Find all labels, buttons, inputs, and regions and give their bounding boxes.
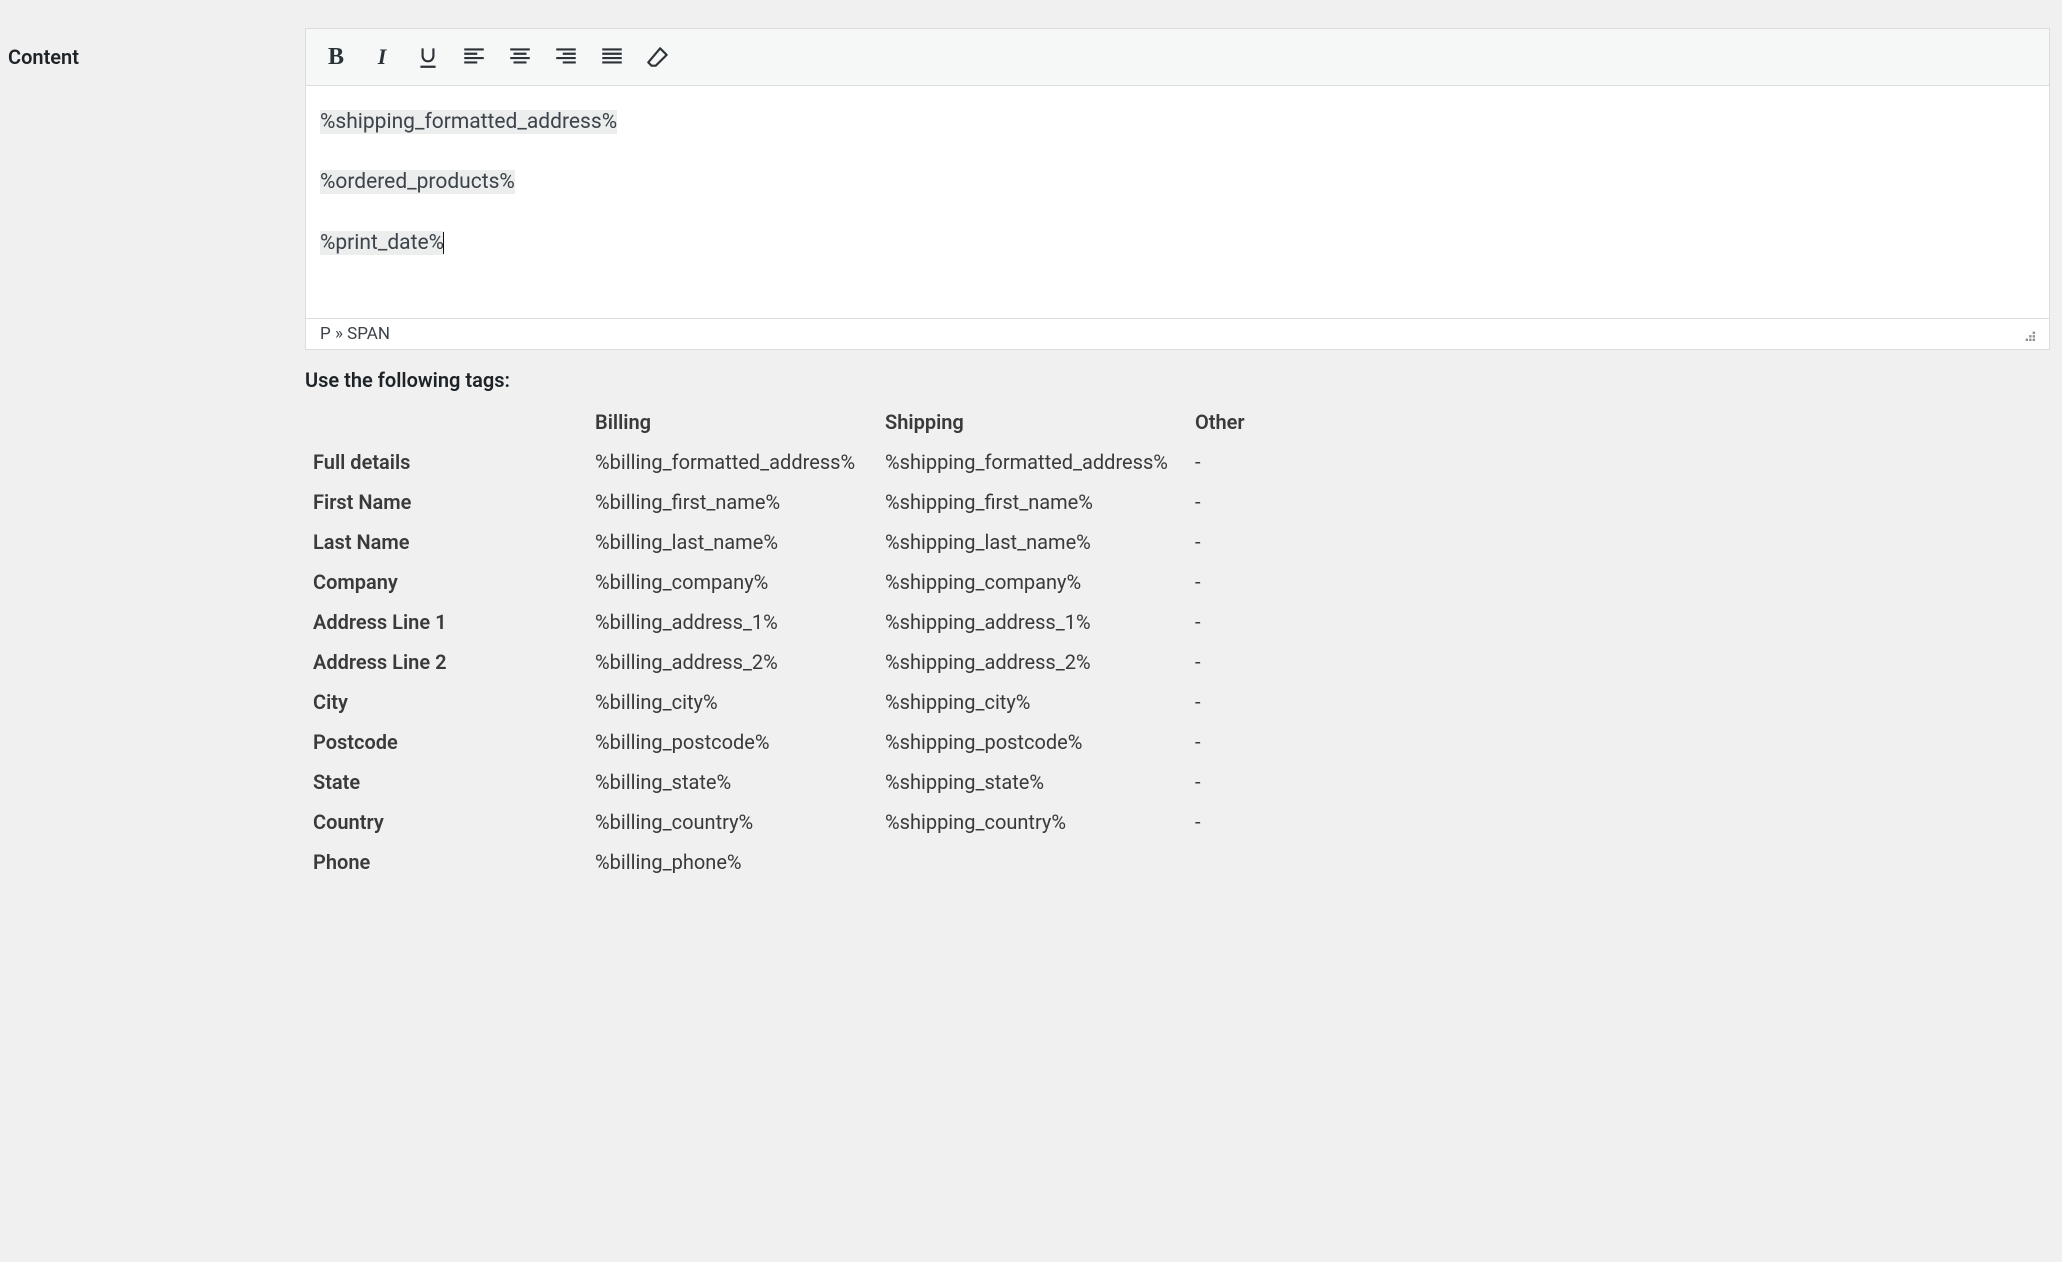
table-row: Country %billing_country% %shipping_coun… <box>305 802 2050 842</box>
table-row: State %billing_state% %shipping_state% - <box>305 762 2050 802</box>
shipping-cell <box>885 842 1195 882</box>
align-right-button[interactable] <box>552 43 580 71</box>
row-label: City <box>305 682 595 722</box>
billing-cell: %billing_first_name% <box>595 482 885 522</box>
other-cell: - <box>1195 522 2050 562</box>
table-row: Phone %billing_phone% <box>305 842 2050 882</box>
col-other: Other <box>1195 402 2050 442</box>
align-center-icon <box>507 44 533 70</box>
tags-table: Billing Shipping Other Full details %bil… <box>305 402 2050 882</box>
billing-cell: %billing_city% <box>595 682 885 722</box>
table-row: City %billing_city% %shipping_city% - <box>305 682 2050 722</box>
other-cell: - <box>1195 802 2050 842</box>
table-header-row: Billing Shipping Other <box>305 402 2050 442</box>
shipping-cell: %shipping_state% <box>885 762 1195 802</box>
table-row: Address Line 2 %billing_address_2% %ship… <box>305 642 2050 682</box>
resize-icon <box>2021 327 2035 341</box>
shipping-cell: %shipping_address_1% <box>885 602 1195 642</box>
billing-cell: %billing_state% <box>595 762 885 802</box>
col-billing: Billing <box>595 402 885 442</box>
content-label: Content <box>0 10 305 79</box>
editor-wrap: B I <box>305 28 2050 350</box>
other-cell: - <box>1195 722 2050 762</box>
billing-cell: %billing_last_name% <box>595 522 885 562</box>
other-cell: - <box>1195 682 2050 722</box>
underline-button[interactable] <box>414 43 442 71</box>
editor-tag: %print_date% <box>320 231 444 255</box>
content-main: B I <box>305 10 2062 882</box>
other-cell: - <box>1195 642 2050 682</box>
align-right-icon <box>553 44 579 70</box>
editor-content[interactable]: %shipping_formatted_address% %ordered_pr… <box>306 86 2049 318</box>
align-center-button[interactable] <box>506 43 534 71</box>
table-row: First Name %billing_first_name% %shippin… <box>305 482 2050 522</box>
row-label: Country <box>305 802 595 842</box>
editor-toolbar: B I <box>306 29 2049 86</box>
element-path[interactable]: P » SPAN <box>320 324 390 344</box>
col-shipping: Shipping <box>885 402 1195 442</box>
other-cell: - <box>1195 602 2050 642</box>
tags-table-body: Full details %billing_formatted_address%… <box>305 442 2050 882</box>
align-left-icon <box>461 44 487 70</box>
billing-cell: %billing_postcode% <box>595 722 885 762</box>
other-cell: - <box>1195 762 2050 802</box>
content-field-row: Content B I <box>0 0 2062 882</box>
shipping-cell: %shipping_address_2% <box>885 642 1195 682</box>
table-row: Last Name %billing_last_name% %shipping_… <box>305 522 2050 562</box>
billing-cell: %billing_country% <box>595 802 885 842</box>
text-cursor <box>443 232 444 254</box>
col-blank <box>305 402 595 442</box>
bold-button[interactable]: B <box>322 43 350 71</box>
shipping-cell: %shipping_first_name% <box>885 482 1195 522</box>
table-row: Company %billing_company% %shipping_comp… <box>305 562 2050 602</box>
row-label: Address Line 1 <box>305 602 595 642</box>
table-row: Address Line 1 %billing_address_1% %ship… <box>305 602 2050 642</box>
other-cell: - <box>1195 442 2050 482</box>
other-cell <box>1195 842 2050 882</box>
align-justify-icon <box>599 44 625 70</box>
row-label: Company <box>305 562 595 602</box>
editor-tag: %ordered_products% <box>320 170 515 194</box>
row-label: Full details <box>305 442 595 482</box>
editor-tag: %shipping_formatted_address% <box>320 110 617 134</box>
billing-cell: %billing_address_2% <box>595 642 885 682</box>
shipping-cell: %shipping_country% <box>885 802 1195 842</box>
underline-icon <box>415 44 441 70</box>
italic-button[interactable]: I <box>368 43 396 71</box>
row-label: First Name <box>305 482 595 522</box>
align-justify-button[interactable] <box>598 43 626 71</box>
billing-cell: %billing_phone% <box>595 842 885 882</box>
billing-cell: %billing_formatted_address% <box>595 442 885 482</box>
other-cell: - <box>1195 482 2050 522</box>
billing-cell: %billing_address_1% <box>595 602 885 642</box>
row-label: Address Line 2 <box>305 642 595 682</box>
tags-heading: Use the following tags: <box>305 368 2050 392</box>
billing-cell: %billing_company% <box>595 562 885 602</box>
table-row: Full details %billing_formatted_address%… <box>305 442 2050 482</box>
editor-status-bar: P » SPAN <box>306 318 2049 349</box>
row-label: Phone <box>305 842 595 882</box>
resize-handle[interactable] <box>2021 327 2035 341</box>
clear-formatting-button[interactable] <box>644 43 672 71</box>
shipping-cell: %shipping_formatted_address% <box>885 442 1195 482</box>
shipping-cell: %shipping_city% <box>885 682 1195 722</box>
row-label: Postcode <box>305 722 595 762</box>
shipping-cell: %shipping_company% <box>885 562 1195 602</box>
other-cell: - <box>1195 562 2050 602</box>
shipping-cell: %shipping_last_name% <box>885 522 1195 562</box>
table-row: Postcode %billing_postcode% %shipping_po… <box>305 722 2050 762</box>
row-label: Last Name <box>305 522 595 562</box>
shipping-cell: %shipping_postcode% <box>885 722 1195 762</box>
row-label: State <box>305 762 595 802</box>
align-left-button[interactable] <box>460 43 488 71</box>
eraser-icon <box>645 44 671 70</box>
